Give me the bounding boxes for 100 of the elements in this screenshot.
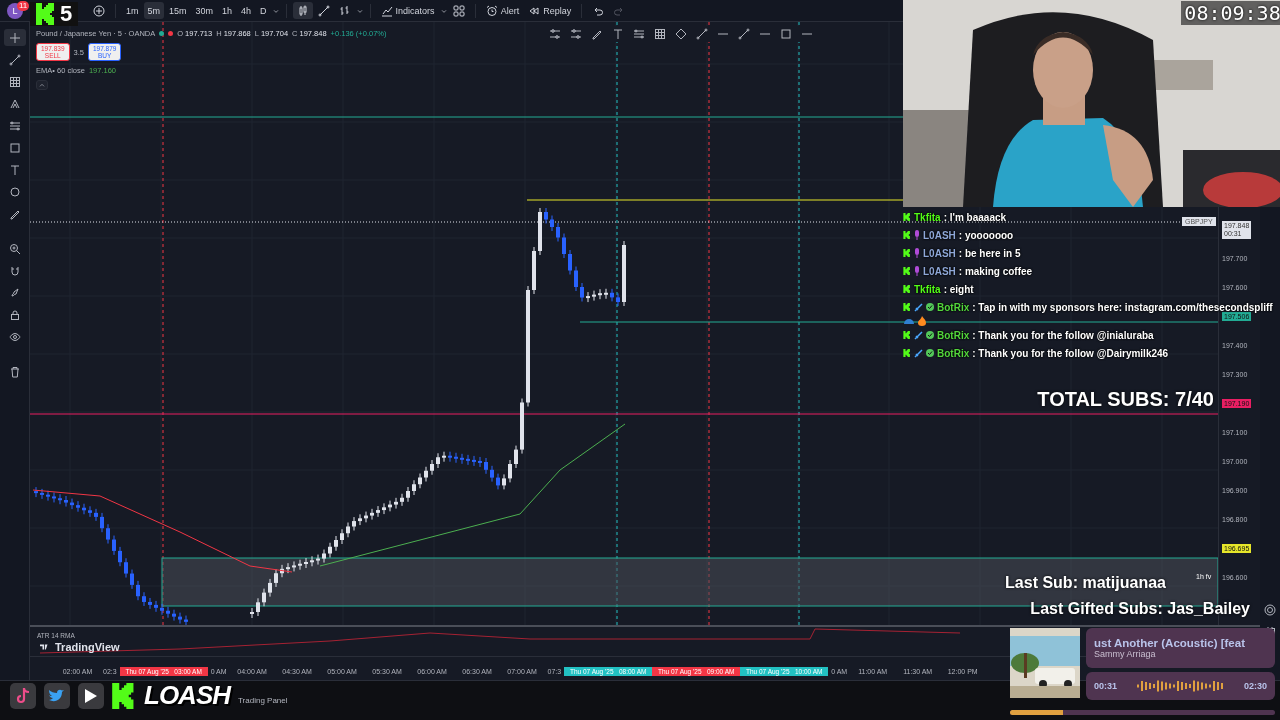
- candle: [424, 466, 428, 482]
- candle: [268, 578, 272, 598]
- candle: [472, 455, 476, 467]
- chat-message: : be here in 5: [958, 247, 1021, 259]
- chat-username: L0ASH: [923, 265, 956, 277]
- lines-icon: [633, 28, 645, 40]
- sword-badge-icon: [914, 302, 923, 312]
- candle: [394, 497, 398, 510]
- candle: [598, 288, 602, 300]
- candle: [172, 609, 176, 622]
- kick-badge-icon: [903, 285, 911, 293]
- candle: [142, 591, 146, 607]
- channel-name: LOASH: [144, 680, 230, 711]
- candle: [610, 288, 614, 302]
- candle: [538, 207, 542, 256]
- candle: [574, 266, 578, 292]
- candle: [436, 452, 440, 469]
- chat-message: : Tap in with my sponsors here: instagram.com/thesecondspliff: [972, 301, 1273, 313]
- interval-tab[interactable]: 30m: [191, 2, 218, 19]
- candle: [76, 500, 80, 513]
- candle: [568, 249, 572, 275]
- chart-type-button[interactable]: [292, 2, 313, 19]
- candle: [430, 459, 434, 476]
- candle: [466, 454, 470, 466]
- chat-message: : yooooooo: [958, 229, 1014, 241]
- candle: [400, 493, 404, 507]
- lock-icon: [8, 308, 21, 321]
- sliders-icon: [570, 28, 582, 40]
- status-dot: [159, 31, 165, 36]
- candle: [502, 473, 506, 490]
- candle: [448, 451, 452, 463]
- song-title: ust Another (Acoustic) [feat: [1094, 637, 1246, 649]
- interval-tab[interactable]: 15m: [165, 2, 191, 19]
- candle: [586, 291, 590, 303]
- chat-message: : I'm baaaack: [943, 211, 1007, 223]
- interval-tab[interactable]: 1h: [218, 2, 237, 19]
- check-badge-icon: [926, 331, 934, 339]
- candle: [442, 451, 446, 463]
- chat-message: : Thank you for the follow @inialuraba: [972, 329, 1154, 341]
- diamond-icon: [675, 28, 687, 40]
- kick-logo-icon[interactable]: [112, 682, 136, 709]
- grid-icon: [8, 75, 21, 88]
- candle: [280, 564, 284, 578]
- candle: [622, 240, 626, 307]
- candle: [148, 597, 152, 610]
- candlestick-icon: [296, 4, 309, 17]
- plus-circle-icon: [93, 4, 105, 17]
- candle: [340, 528, 344, 545]
- interval-tab[interactable]: 1m: [122, 2, 143, 19]
- lines-icon: [8, 119, 21, 132]
- candle: [304, 557, 308, 569]
- sword-badge-icon: [914, 330, 923, 340]
- line-tool-icon: [8, 53, 21, 66]
- kick-badge-icon: [903, 213, 911, 221]
- chat-username: L0ASH: [923, 247, 956, 259]
- tiktok-icon[interactable]: [10, 682, 36, 709]
- kick-badge-icon: [903, 249, 911, 257]
- interval-tab[interactable]: 4h: [237, 2, 256, 19]
- alert-button[interactable]: Alert: [481, 2, 524, 19]
- candle: [550, 215, 554, 232]
- candle: [286, 562, 290, 574]
- candle: [412, 479, 416, 496]
- candle: [112, 535, 116, 556]
- chat-username: Tkfita: [914, 283, 941, 295]
- play-icon[interactable]: [78, 682, 104, 709]
- candle: [130, 569, 134, 590]
- candle: [46, 490, 50, 502]
- tool-button[interactable]: [3, 29, 26, 46]
- candle: [64, 495, 68, 508]
- candle: [382, 502, 386, 515]
- bird-icon[interactable]: [44, 682, 70, 709]
- logo-number: 5: [60, 1, 73, 27]
- candle: [358, 513, 362, 526]
- line-tool-icon: [696, 28, 708, 40]
- replay-button[interactable]: Replay: [524, 2, 576, 19]
- chat-message: : Thank you for the follow @Dairymilk246: [972, 347, 1169, 359]
- trading-panel-tab[interactable]: Trading Panel: [238, 696, 288, 705]
- candle: [346, 522, 350, 538]
- candle: [100, 512, 104, 533]
- interval-tab[interactable]: 5m: [143, 2, 165, 19]
- brand-name: TradingView: [55, 641, 120, 653]
- collapse-button[interactable]: [36, 80, 48, 90]
- chat-username: BotRix: [937, 347, 970, 359]
- candle: [352, 516, 356, 531]
- candle: [418, 473, 422, 489]
- chat-username: BotRix: [937, 301, 970, 313]
- bar-chart-icon: [338, 4, 351, 17]
- line-tool-icon: [317, 4, 330, 17]
- line-tool-icon: [738, 28, 750, 40]
- caret-up-icon: [38, 81, 46, 89]
- candle: [52, 491, 56, 503]
- interval-tab[interactable]: D: [256, 2, 271, 19]
- candle: [58, 493, 62, 505]
- candle: [40, 488, 44, 500]
- candle: [478, 456, 482, 468]
- candle: [70, 498, 74, 510]
- square-icon: [8, 141, 21, 154]
- indicators-button[interactable]: Indicators: [376, 2, 439, 19]
- helmet-emote-icon: [903, 316, 915, 326]
- candle: [604, 288, 608, 300]
